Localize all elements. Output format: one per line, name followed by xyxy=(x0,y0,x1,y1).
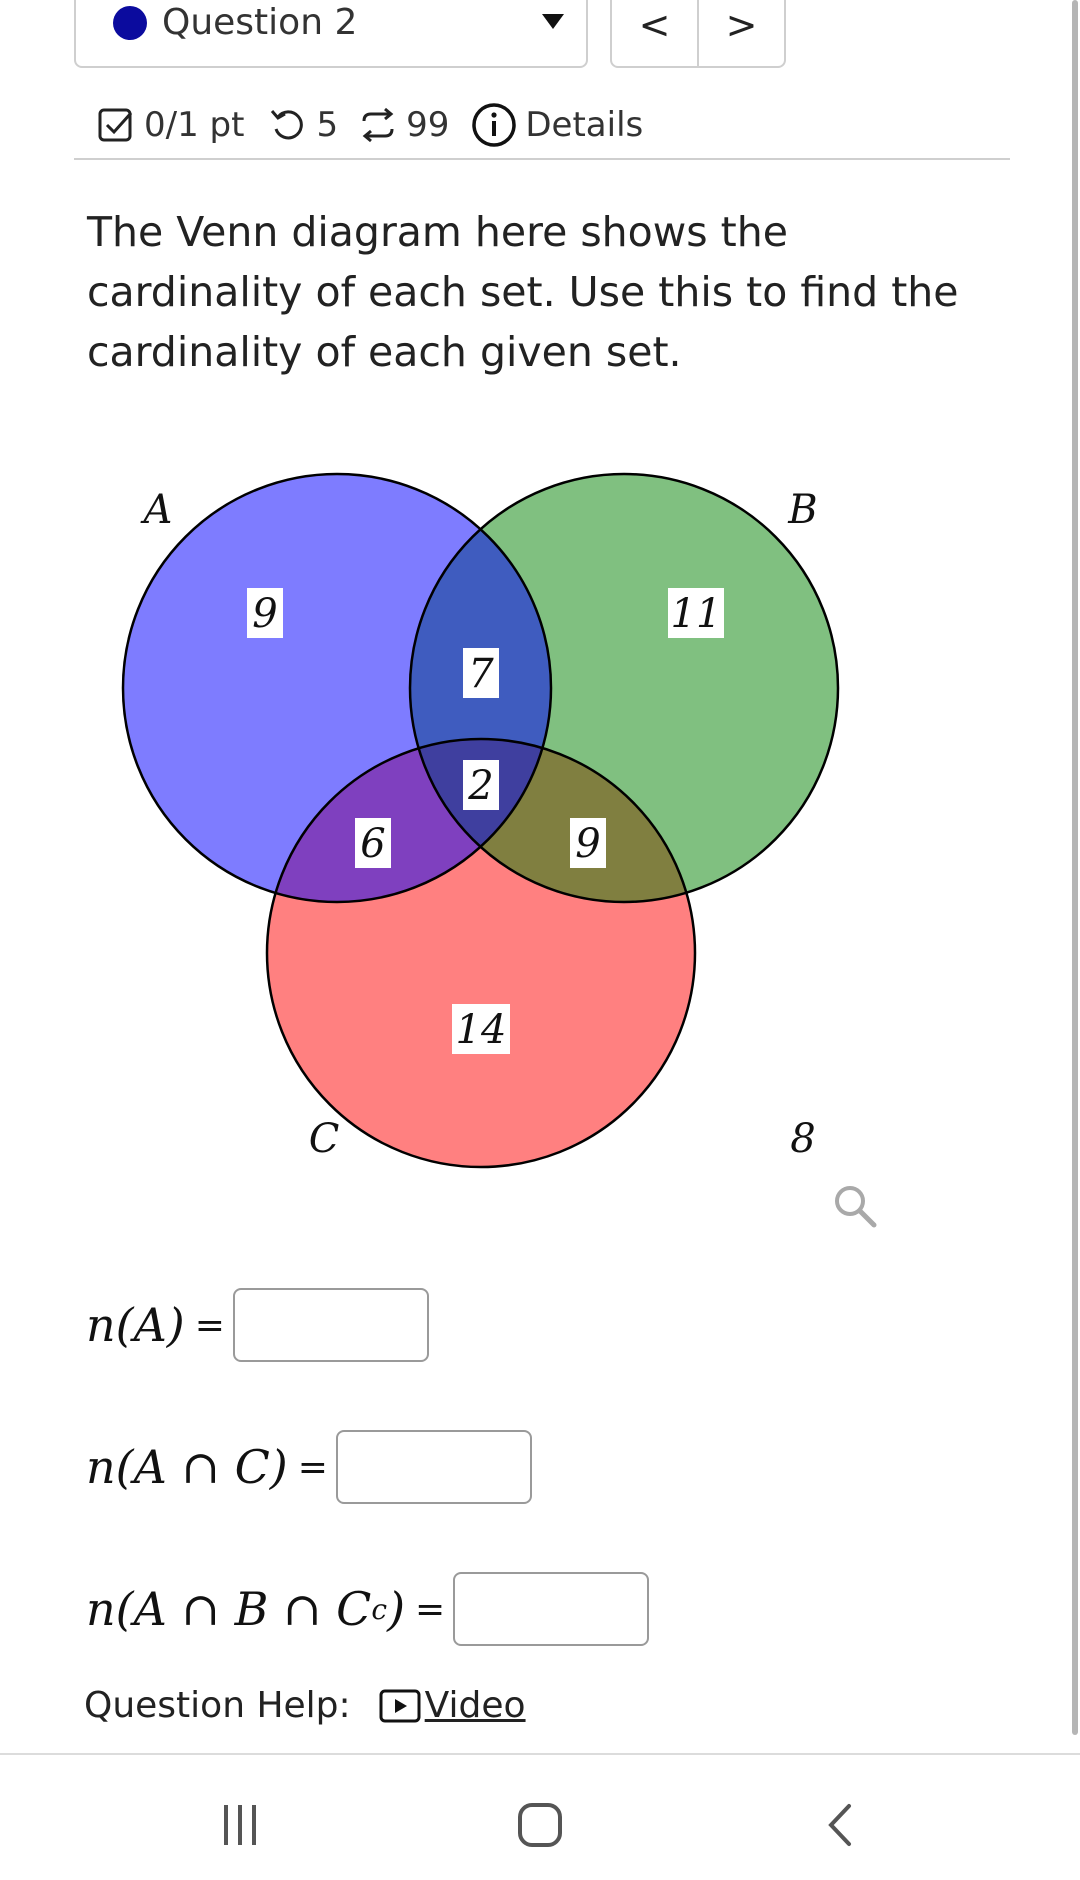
retry-icon xyxy=(268,105,308,145)
home-button[interactable] xyxy=(510,1795,570,1855)
complement-superscript: c xyxy=(371,1592,388,1626)
equation-lhs: n(A ∩ B ∩ C xyxy=(86,1582,372,1636)
question-help: Question Help: Video xyxy=(84,1685,526,1726)
value-b-only: 11 xyxy=(671,591,722,637)
equation-n-a-b-not-c: n(A ∩ B ∩ Cc) = xyxy=(86,1572,650,1646)
home-icon xyxy=(518,1803,562,1847)
video-link[interactable]: Video xyxy=(425,1685,526,1726)
question-nav: < > xyxy=(610,0,786,68)
back-button[interactable] xyxy=(810,1795,870,1855)
question-label: Question 2 xyxy=(162,2,358,43)
equation-n-a: n(A) = xyxy=(86,1288,429,1362)
checkbox-icon xyxy=(96,105,136,145)
venn-diagram: A B C 9 11 7 2 6 9 14 8 xyxy=(121,472,877,1228)
value-a-b-c: 2 xyxy=(467,763,493,809)
set-label-c: C xyxy=(309,1116,340,1162)
details-link[interactable]: Details xyxy=(525,105,643,145)
caret-down-icon xyxy=(542,14,564,29)
answer-input-n-a[interactable] xyxy=(232,1288,429,1362)
divider xyxy=(74,158,1010,160)
answer-input-n-a-intersect-c[interactable] xyxy=(335,1430,532,1504)
equals-sign: = xyxy=(415,1588,446,1630)
attempts-icon xyxy=(358,105,398,145)
system-nav-divider xyxy=(0,1753,1080,1755)
equals-sign: = xyxy=(194,1304,225,1346)
attempts-count: 99 xyxy=(406,105,450,145)
question-status-dot xyxy=(113,6,147,40)
prev-question-button[interactable]: < xyxy=(612,0,697,66)
value-a-only: 9 xyxy=(252,591,277,637)
recent-apps-icon xyxy=(224,1805,256,1845)
next-question-button[interactable]: > xyxy=(697,0,784,66)
value-outside: 8 xyxy=(790,1116,815,1162)
zoom-icon[interactable] xyxy=(835,1186,877,1228)
question-selector[interactable]: Question 2 xyxy=(74,0,588,68)
info-icon[interactable] xyxy=(471,102,517,148)
back-icon xyxy=(828,1804,851,1846)
equation-n-a-intersect-c: n(A ∩ C) = xyxy=(86,1430,532,1504)
equals-sign: = xyxy=(297,1446,328,1488)
question-prompt: The Venn diagram here shows the cardinal… xyxy=(87,208,959,376)
value-a-b-only: 7 xyxy=(468,651,494,697)
retries-count: 5 xyxy=(316,105,339,145)
score-text: 0/1 pt xyxy=(144,105,245,145)
equation-lhs: n(A) xyxy=(86,1298,185,1352)
set-label-a: A xyxy=(140,487,173,533)
equation-lhs: n(A ∩ C) xyxy=(86,1440,288,1494)
answer-input-n-a-b-not-c[interactable] xyxy=(453,1572,650,1646)
set-label-b: B xyxy=(787,487,817,533)
question-help-label: Question Help: xyxy=(84,1685,351,1726)
value-c-only: 14 xyxy=(456,1007,507,1053)
question-status-row: 0/1 pt 5 99 Details xyxy=(96,100,643,150)
value-a-c-only: 6 xyxy=(360,821,385,867)
video-icon[interactable] xyxy=(379,1689,421,1723)
value-b-c-only: 9 xyxy=(575,821,600,867)
scrollbar[interactable] xyxy=(1072,0,1078,1735)
recent-apps-button[interactable] xyxy=(210,1795,270,1855)
